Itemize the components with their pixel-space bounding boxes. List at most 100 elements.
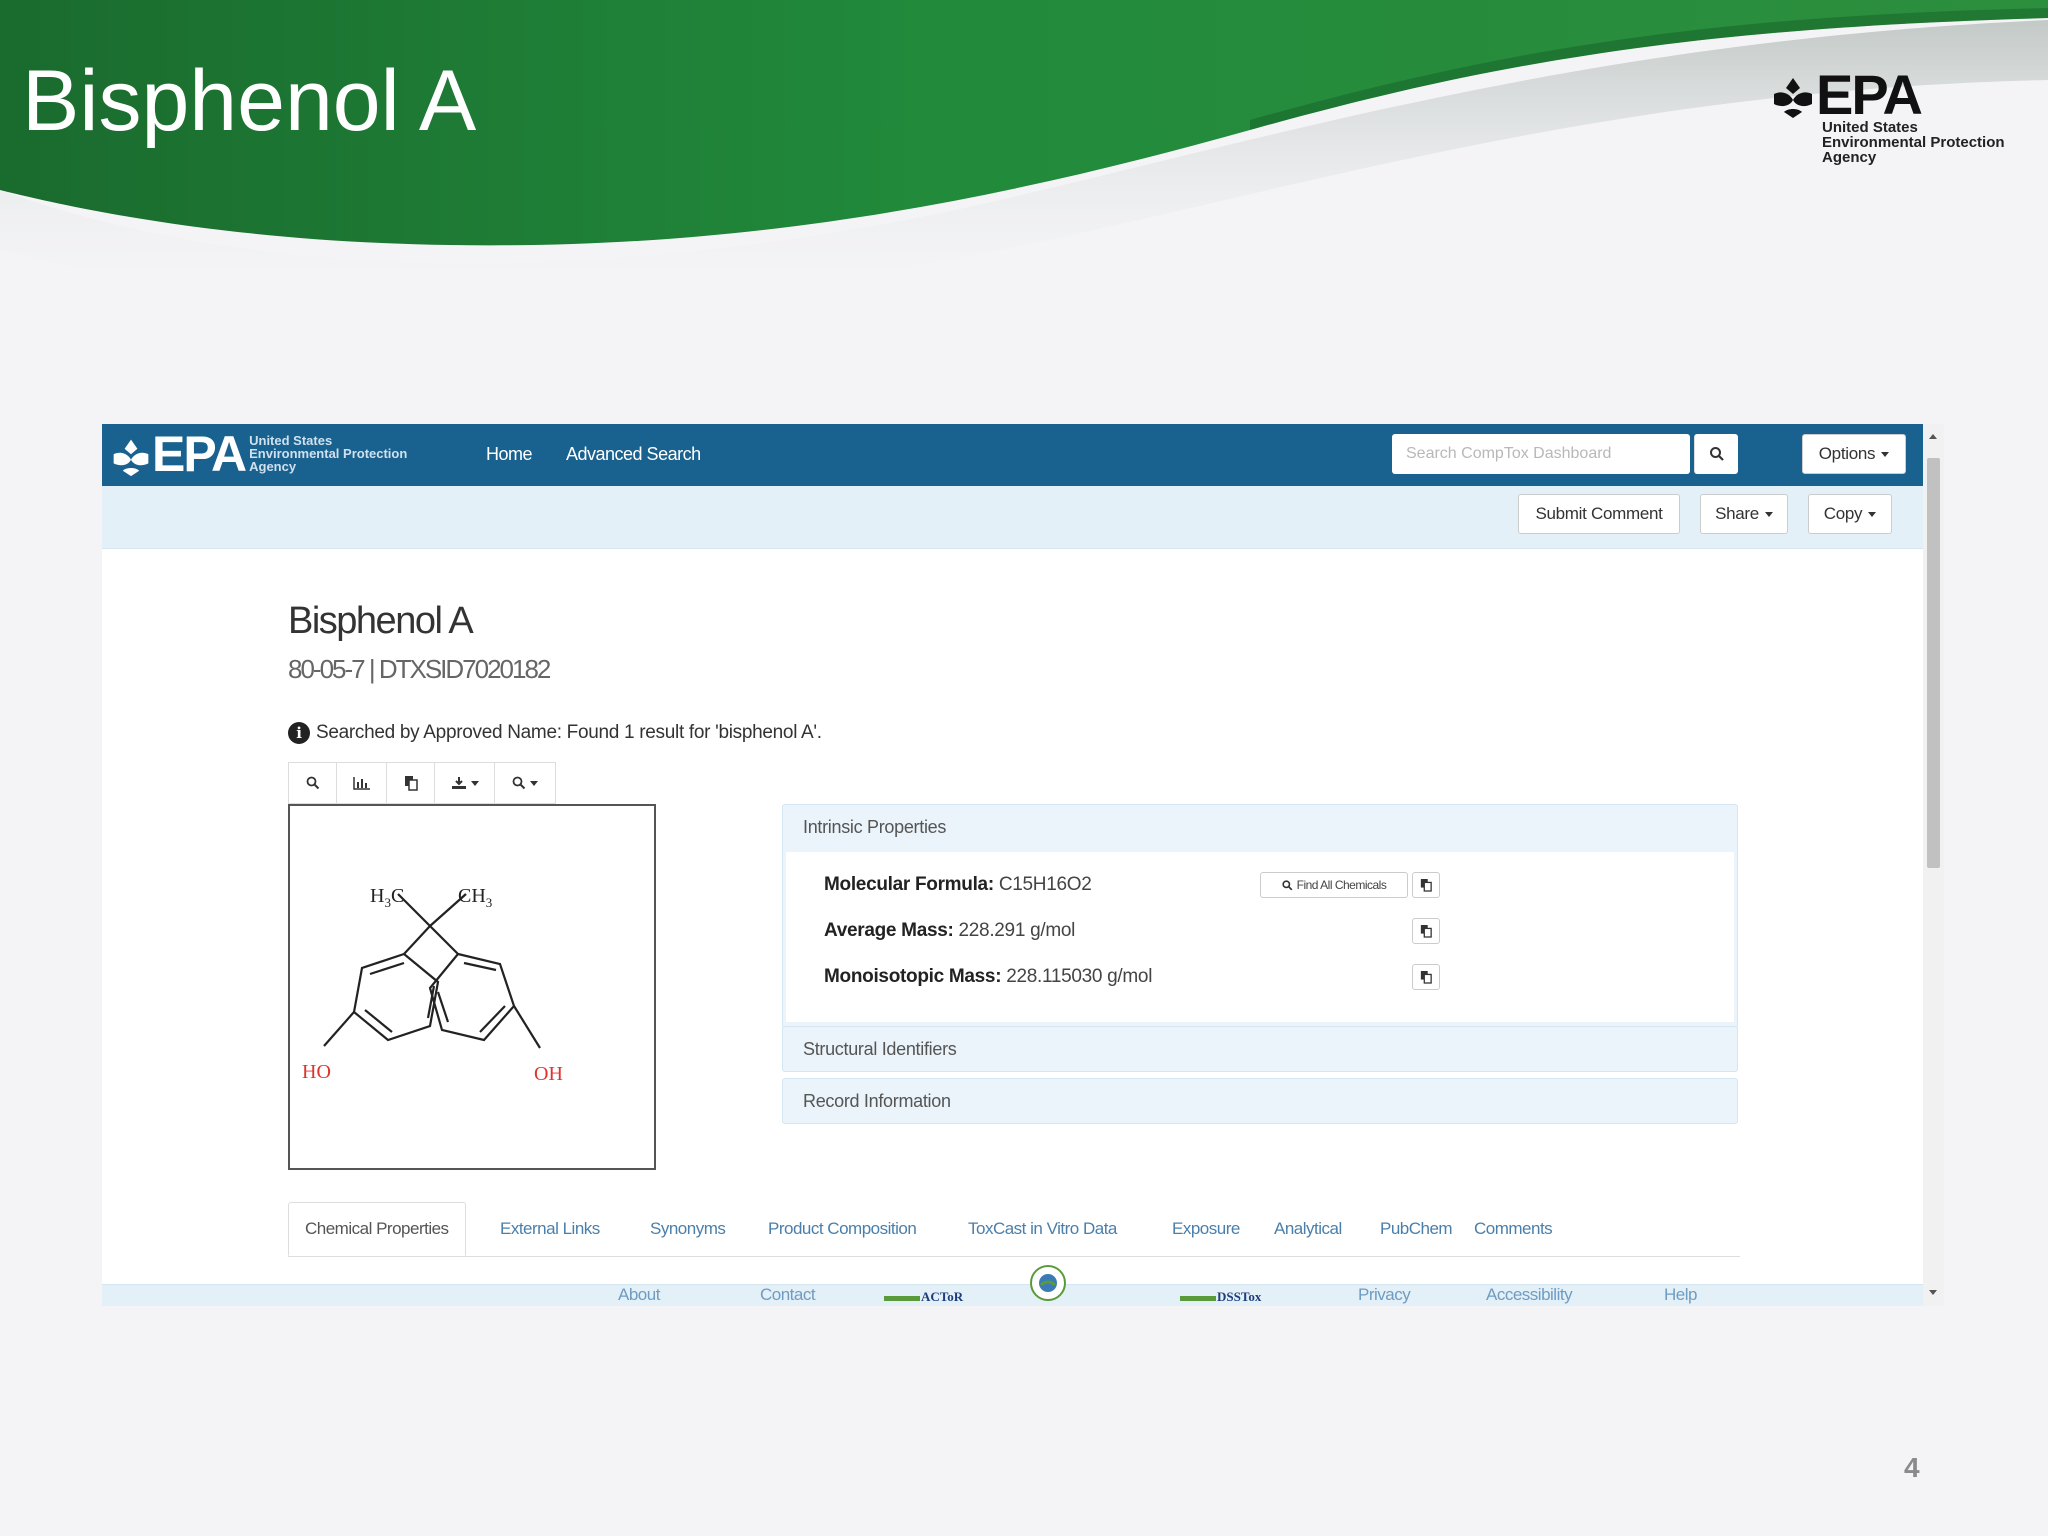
footer-accessibility-link[interactable]: Accessibility (1486, 1285, 1573, 1305)
nav-epa-subtitle-line: Agency (249, 459, 297, 474)
comptox-screenshot: EPA United States Environmental Protecti… (102, 424, 1944, 1306)
intrinsic-properties-body: Molecular Formula: C15H16O2 Average Mass… (786, 852, 1734, 1022)
search-result-text: Searched by Approved Name: Found 1 resul… (316, 722, 822, 743)
slide-title: Bisphenol A (22, 53, 477, 149)
footer-contact-link[interactable]: Contact (760, 1285, 816, 1305)
copy-icon (1420, 925, 1432, 938)
download-button[interactable] (434, 762, 494, 804)
slide-page-number: 4 (1904, 1452, 1920, 1483)
tab-product-composition[interactable]: Product Composition (768, 1202, 917, 1256)
share-button[interactable]: Share (1700, 494, 1788, 534)
prop-label: Average Mass: (824, 920, 954, 941)
copy-formula-button[interactable] (1412, 872, 1440, 898)
chevron-down-icon (1764, 511, 1773, 517)
epa-subtitle-line: Agency (1822, 149, 1877, 166)
page-footer: About Contact ACToR DSSTox Privacy Acces… (102, 1265, 1923, 1306)
search-icon (1282, 879, 1293, 890)
tab-toxcast[interactable]: ToxCast in Vitro Data (968, 1202, 1117, 1256)
bisphenol-a-structure: H3C CH3 HO OH (302, 885, 563, 1085)
prop-label: Monoisotopic Mass: (824, 966, 1002, 987)
scroll-down-icon[interactable] (1929, 1290, 1937, 1295)
scroll-up-icon[interactable] (1929, 434, 1937, 439)
chart-button[interactable] (336, 762, 386, 804)
nav-home-link[interactable]: Home (486, 444, 533, 465)
search-structure-button[interactable] (494, 762, 556, 804)
vertical-scrollbar[interactable] (1923, 424, 1944, 1306)
chevron-down-icon (1868, 511, 1877, 517)
chevron-down-icon (1881, 451, 1890, 457)
find-all-chemicals-button[interactable]: Find All Chemicals (1260, 872, 1408, 898)
copy-monoisotopic-mass-button[interactable] (1412, 964, 1440, 990)
epa-subtitle: United States Environmental Protection A… (1822, 120, 2005, 165)
find-all-label: Find All Chemicals (1296, 878, 1387, 892)
download-icon (451, 777, 466, 789)
tab-external-links[interactable]: External Links (500, 1202, 600, 1256)
chemical-identifiers: 80-05-7 | DTXSID7020182 (288, 654, 551, 684)
chart-icon (352, 777, 370, 790)
hydroxyl-left-label: HO (302, 1061, 331, 1083)
footer-help-link[interactable]: Help (1664, 1285, 1697, 1305)
structure-toolbar (288, 762, 556, 804)
epa-seal-icon[interactable] (1030, 1265, 1066, 1301)
record-information-panel[interactable]: Record Information (782, 1078, 1738, 1124)
actor-logo[interactable]: ACToR (884, 1289, 963, 1305)
prop-value: C15H16O2 (998, 874, 1092, 895)
slide-header-banner (0, 0, 2048, 303)
molecular-formula-row: Molecular Formula: C15H16O2 (824, 874, 1092, 896)
intrinsic-properties-title[interactable]: Intrinsic Properties (803, 817, 946, 838)
epa-subtitle-line: United States (1822, 119, 1918, 136)
tab-exposure[interactable]: Exposure (1172, 1202, 1240, 1256)
methyl-left-label: H3C (370, 885, 404, 910)
options-label: Options (1818, 444, 1876, 463)
chevron-down-icon (470, 780, 479, 786)
structural-identifiers-panel[interactable]: Structural Identifiers (782, 1026, 1738, 1072)
zoom-structure-button[interactable] (288, 762, 336, 804)
prop-value: 228.115030 g/mol (1006, 966, 1153, 987)
copy-button[interactable]: Copy (1808, 494, 1892, 534)
scrollbar-thumb[interactable] (1927, 458, 1940, 868)
tab-comments[interactable]: Comments (1474, 1202, 1553, 1256)
prop-value: 228.291 g/mol (958, 920, 1076, 941)
nav-epa-wordmark: EPA (152, 426, 247, 482)
search-input[interactable] (1392, 434, 1690, 474)
nav-advanced-search-link[interactable]: Advanced Search (566, 444, 701, 465)
search-icon (512, 776, 526, 790)
dsstox-logo-text: DSSTox (1217, 1289, 1262, 1304)
search-box (1392, 434, 1690, 474)
footer-about-link[interactable]: About (618, 1285, 660, 1305)
top-navbar: EPA United States Environmental Protecti… (102, 424, 1923, 486)
detail-tabs: Chemical Properties External Links Synon… (288, 1202, 1740, 1257)
search-button[interactable] (1694, 434, 1738, 474)
copy-structure-button[interactable] (386, 762, 434, 804)
copy-label: Copy (1823, 504, 1863, 523)
copy-icon (1420, 971, 1432, 984)
epa-flower-icon (113, 439, 149, 477)
copy-average-mass-button[interactable] (1412, 918, 1440, 944)
epa-logo: EPA United States Environmental Protecti… (1770, 67, 2010, 170)
submit-comment-button[interactable]: Submit Comment (1518, 494, 1680, 534)
tab-pubchem[interactable]: PubChem (1380, 1202, 1453, 1256)
dsstox-logo[interactable]: DSSTox (1180, 1289, 1261, 1305)
info-icon: i (288, 722, 310, 744)
tab-chemical-properties[interactable]: Chemical Properties (288, 1202, 466, 1256)
average-mass-row: Average Mass: 228.291 g/mol (824, 920, 1075, 942)
share-label: Share (1715, 504, 1759, 523)
actor-logo-text: ACToR (921, 1289, 964, 1304)
nav-epa-subtitle: United States Environmental Protection A… (249, 434, 407, 473)
monoisotopic-mass-row: Monoisotopic Mass: 228.115030 g/mol (824, 966, 1152, 988)
structural-identifiers-title: Structural Identifiers (803, 1039, 957, 1059)
epa-flower-icon (1774, 78, 1812, 118)
methyl-right-label: CH3 (458, 885, 492, 910)
epa-subtitle-line: Environmental Protection (1822, 134, 2005, 151)
nav-epa-logo[interactable]: EPA United States Environmental Protecti… (110, 428, 407, 480)
search-result-note: i Searched by Approved Name: Found 1 res… (288, 722, 822, 744)
tab-synonyms[interactable]: Synonyms (650, 1202, 726, 1256)
chemical-name: Bisphenol A (288, 600, 474, 642)
tab-analytical[interactable]: Analytical (1274, 1202, 1342, 1256)
chemical-structure-image[interactable]: H3C CH3 HO OH (288, 804, 656, 1170)
footer-privacy-link[interactable]: Privacy (1358, 1285, 1411, 1305)
copy-icon (404, 776, 418, 791)
prop-label: Molecular Formula: (824, 874, 994, 895)
options-button[interactable]: Options (1802, 434, 1906, 474)
copy-icon (1420, 879, 1432, 892)
